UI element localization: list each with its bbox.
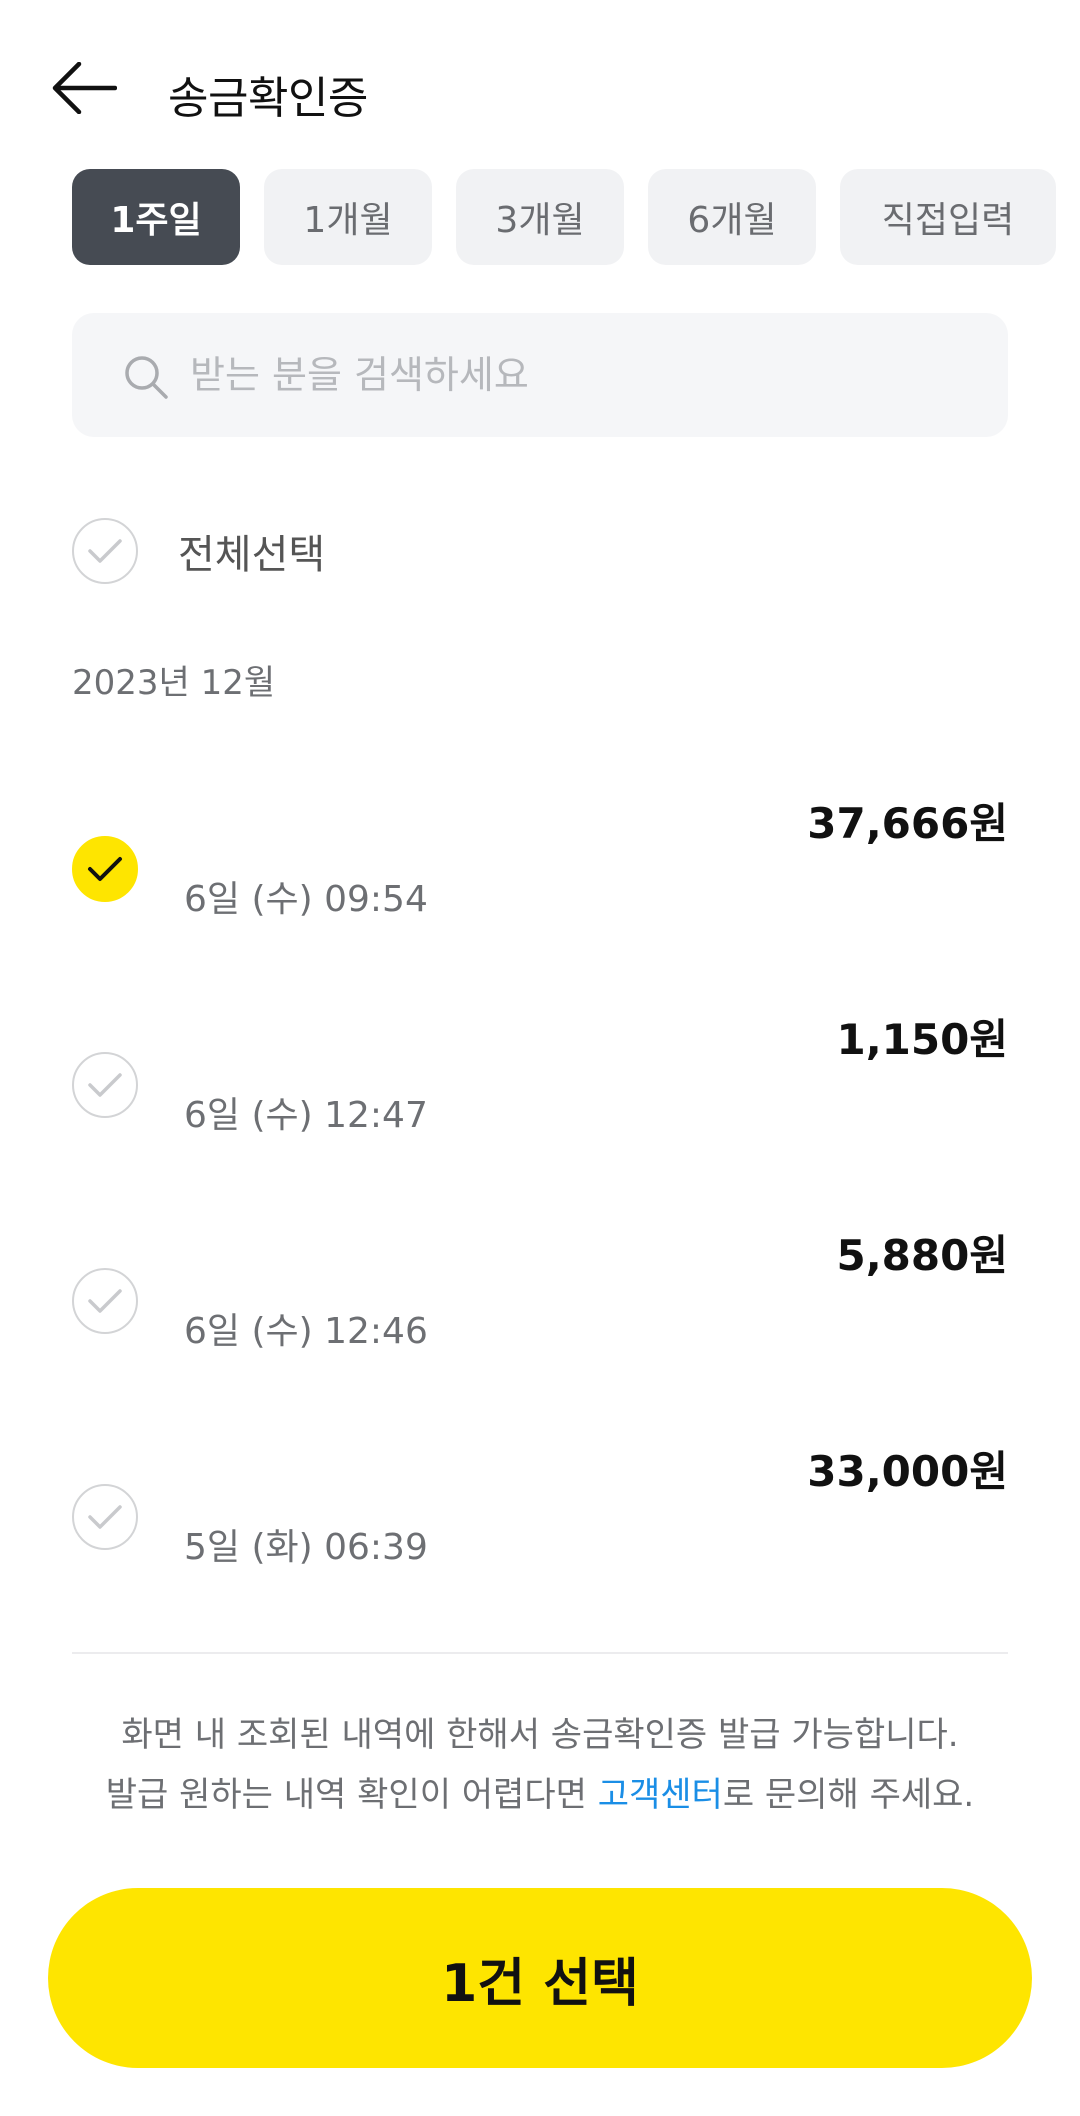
transaction-checkbox[interactable] xyxy=(72,1268,138,1334)
transaction-recipient xyxy=(184,790,584,840)
arrow-left-icon xyxy=(52,62,117,114)
tab-1-month[interactable]: 1개월 xyxy=(264,169,432,265)
search-icon xyxy=(125,356,168,399)
back-button[interactable] xyxy=(48,58,120,118)
period-tabs: 1주일 1개월 3개월 6개월 직접입력 xyxy=(72,169,1056,265)
month-group-label: 2023년 12월 xyxy=(72,663,276,703)
tab-custom-input[interactable]: 직접입력 xyxy=(840,169,1056,265)
transaction-recipient xyxy=(184,1006,584,1056)
transaction-amount: 33,000원 xyxy=(807,1447,1008,1496)
select-all-toggle[interactable]: 전체선택 xyxy=(72,518,325,584)
transaction-amount: 1,150원 xyxy=(836,1015,1009,1064)
notice-line-2: 발급 원하는 내역 확인이 어렵다면 고객센터로 문의해 주세요. xyxy=(0,1765,1080,1825)
page-title: 송금확인증 xyxy=(168,73,368,124)
transaction-row[interactable]: 6일 (수) 12:47 1,150원 xyxy=(72,1006,1008,1176)
check-icon xyxy=(88,1073,122,1097)
header: 송금확인증 xyxy=(0,40,1080,135)
select-confirm-button[interactable]: 1건 선택 xyxy=(48,1888,1032,2068)
transaction-date: 6일 (수) 12:47 xyxy=(184,1095,428,1136)
tab-3-months[interactable]: 3개월 xyxy=(456,169,624,265)
transaction-recipient xyxy=(184,1222,584,1272)
transaction-date: 5일 (화) 06:39 xyxy=(184,1527,428,1568)
check-icon xyxy=(88,539,122,563)
search-input[interactable] xyxy=(190,333,970,417)
notice-line-1: 화면 내 조회된 내역에 한해서 송금확인증 발급 가능합니다. xyxy=(121,1715,959,1755)
transaction-amount: 37,666원 xyxy=(807,799,1008,848)
customer-center-link[interactable]: 고객센터 xyxy=(598,1775,723,1815)
transaction-row[interactable]: 5일 (화) 06:39 33,000원 xyxy=(72,1438,1008,1608)
transaction-checkbox[interactable] xyxy=(72,1052,138,1118)
select-all-checkbox[interactable] xyxy=(72,518,138,584)
transaction-row[interactable]: 6일 (수) 09:54 37,666원 xyxy=(72,790,1008,960)
tab-6-months[interactable]: 6개월 xyxy=(648,169,816,265)
transaction-checkbox[interactable] xyxy=(72,1484,138,1550)
transaction-amount: 5,880원 xyxy=(836,1231,1009,1280)
select-all-label: 전체선택 xyxy=(178,532,326,578)
search-bar xyxy=(72,313,1008,437)
check-icon xyxy=(88,1289,122,1313)
notice-line-2-prefix: 발급 원하는 내역 확인이 어렵다면 xyxy=(105,1775,598,1815)
notice-text: 화면 내 조회된 내역에 한해서 송금확인증 발급 가능합니다. 발급 원하는 … xyxy=(0,1705,1080,1825)
check-icon xyxy=(88,857,122,881)
notice-line-2-suffix: 로 문의해 주세요. xyxy=(722,1775,975,1815)
transaction-recipient xyxy=(184,1438,584,1488)
tab-1-week[interactable]: 1주일 xyxy=(72,169,240,265)
divider xyxy=(72,1652,1008,1654)
page: 송금확인증 1주일 1개월 3개월 6개월 직접입력 전체선택 2023년 12… xyxy=(0,0,1080,2116)
check-icon xyxy=(88,1505,122,1529)
transaction-date: 6일 (수) 09:54 xyxy=(184,879,428,920)
transaction-date: 6일 (수) 12:46 xyxy=(184,1311,428,1352)
transaction-checkbox[interactable] xyxy=(72,836,138,902)
transaction-row[interactable]: 6일 (수) 12:46 5,880원 xyxy=(72,1222,1008,1392)
